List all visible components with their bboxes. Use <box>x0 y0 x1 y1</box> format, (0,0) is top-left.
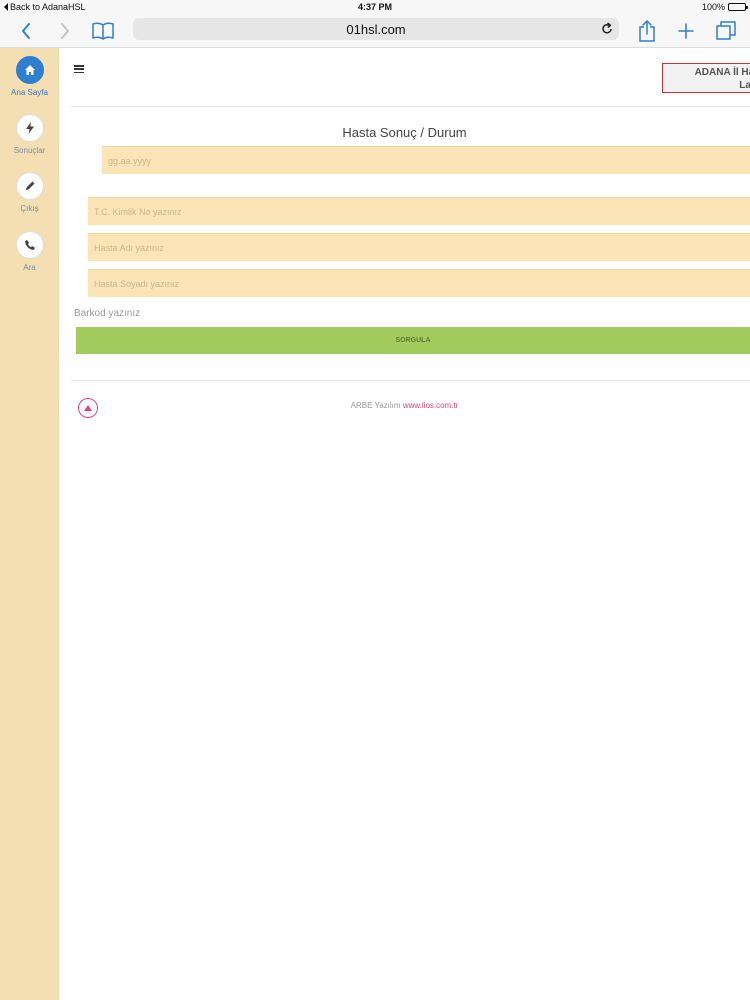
footer-divider <box>71 380 750 381</box>
footer-company: ARBE Yazılım <box>350 401 401 410</box>
browser-toolbar: 01hsl.com <box>0 14 750 48</box>
lightning-icon <box>15 114 44 142</box>
brand-line-1: ADANA İl Hal <box>694 67 750 78</box>
phone-icon <box>15 231 44 259</box>
sidebar: Ana Sayfa Sonuçlar Çıkış Ara <box>0 48 59 1000</box>
sidebar-item-label: Sonuçlar <box>13 146 46 155</box>
barkod-label: Barkod yazınız <box>74 308 141 319</box>
sorgula-button[interactable]: SORGULA <box>76 327 750 354</box>
sidebar-item-ara[interactable]: Ara <box>0 231 59 272</box>
share-icon[interactable] <box>637 19 657 43</box>
menu-hamburger-icon[interactable] <box>74 65 84 73</box>
address-url: 01hsl.com <box>346 22 406 37</box>
sidebar-item-label: Çıkış <box>20 204 39 213</box>
home-icon <box>15 56 44 84</box>
form-title: Hasta Sonuç / Durum <box>342 125 467 140</box>
tc-kimlik-input[interactable] <box>88 197 750 225</box>
status-time: 4:37 PM <box>357 2 392 12</box>
back-chevron-icon[interactable] <box>16 19 36 43</box>
sidebar-item-label: Ana Sayfa <box>11 88 48 97</box>
header-divider <box>71 106 750 107</box>
footer-link[interactable]: www.lios.com.tr <box>403 401 459 410</box>
tabs-icon[interactable] <box>715 19 737 43</box>
date-input[interactable] <box>102 146 750 174</box>
hasta-soyadi-input[interactable] <box>88 269 750 297</box>
brand-logo-box: ADANA İl Hal Lab <box>662 63 750 93</box>
pencil-icon <box>15 172 44 200</box>
status-bar: Back to AdanaHSL 4:37 PM 100% <box>0 0 750 14</box>
footer: ARBE Yazılım www.lios.com.tr <box>59 401 750 410</box>
forward-chevron-icon[interactable] <box>55 19 75 43</box>
brand-line-2: Lab <box>739 80 750 91</box>
main-content: ADANA İl Hal Lab Hasta Sonuç / Durum Bar… <box>59 48 750 1000</box>
sidebar-item-ana-sayfa[interactable]: Ana Sayfa <box>0 56 59 97</box>
sidebar-item-cikis[interactable]: Çıkış <box>0 172 59 213</box>
bookmarks-book-icon[interactable] <box>91 19 115 43</box>
battery-status: 100% <box>701 2 748 12</box>
hasta-adi-input[interactable] <box>88 233 750 261</box>
sidebar-item-label: Ara <box>23 263 36 272</box>
address-bar[interactable]: 01hsl.com <box>133 18 619 40</box>
reload-icon[interactable] <box>601 22 613 40</box>
plus-icon[interactable] <box>676 19 696 43</box>
battery-percent: 100% <box>701 2 725 12</box>
sidebar-item-sonuclar[interactable]: Sonuçlar <box>0 114 59 155</box>
battery-icon <box>728 3 748 11</box>
